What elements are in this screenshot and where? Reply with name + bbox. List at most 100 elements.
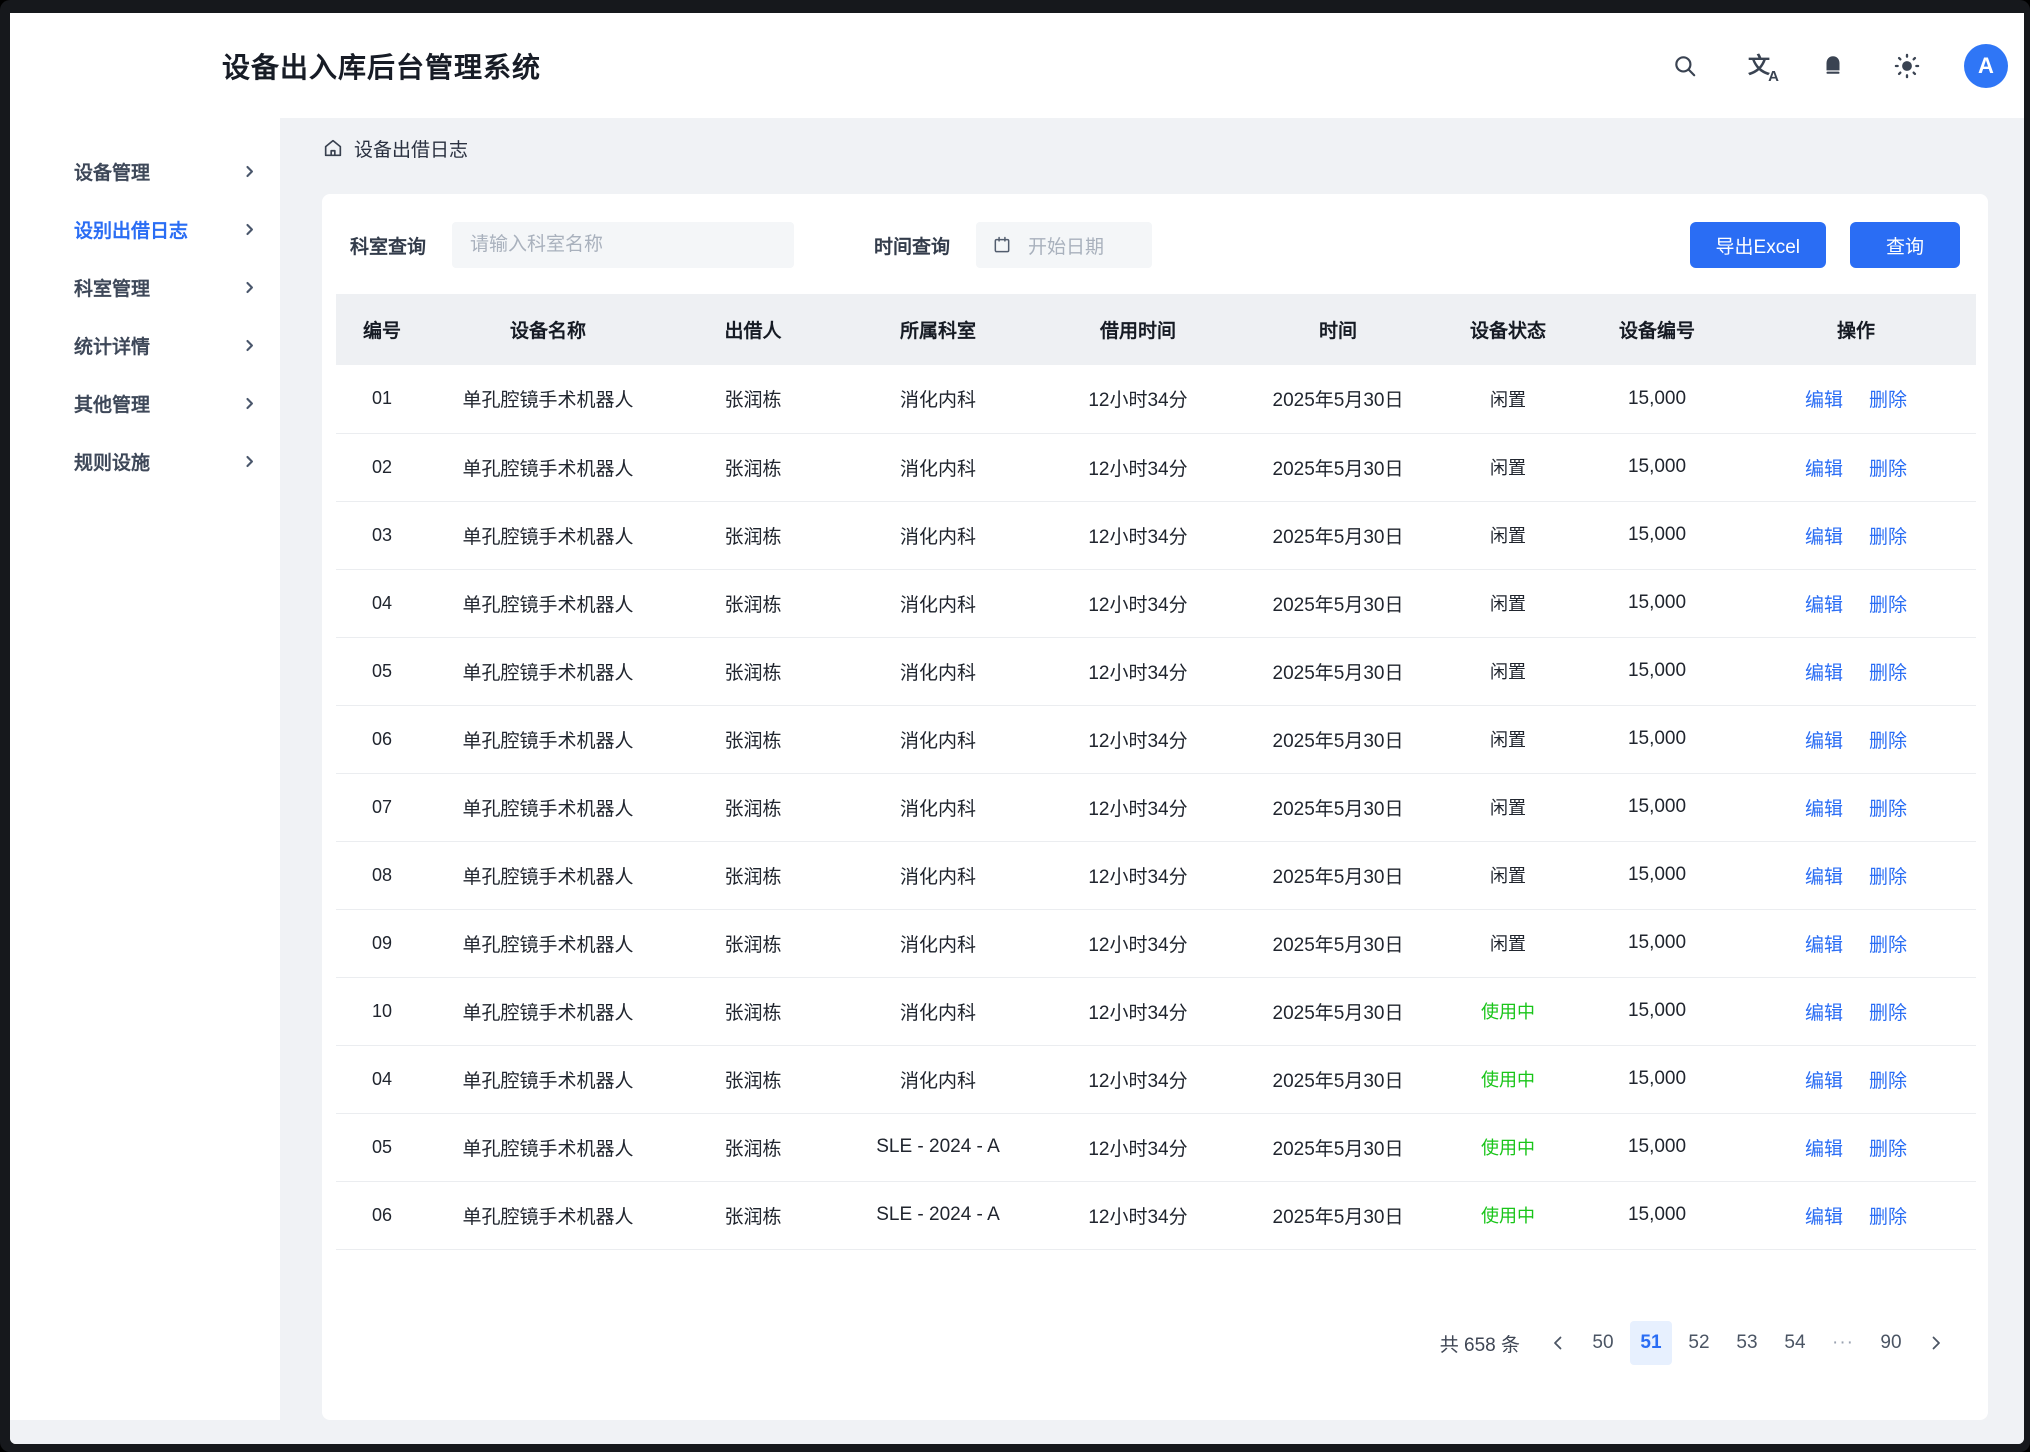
pagination-pages: 5051525354···90: [1582, 1321, 1912, 1365]
pagination-prev-icon[interactable]: [1540, 1321, 1576, 1365]
query-button[interactable]: 查询: [1850, 222, 1960, 268]
cell-device-name: 单孔腔镜手术机器人: [428, 501, 668, 569]
cell-device-code: 15,000: [1578, 705, 1736, 773]
user-avatar[interactable]: A: [1964, 44, 2008, 88]
delete-link[interactable]: 删除: [1869, 595, 1907, 616]
export-excel-button[interactable]: 导出Excel: [1690, 222, 1826, 268]
cell-device-code: 15,000: [1578, 501, 1736, 569]
delete-link[interactable]: 删除: [1869, 390, 1907, 411]
translate-icon[interactable]: 文A: [1742, 49, 1776, 83]
cell-status: 使用中: [1438, 1113, 1578, 1181]
cell-device-name: 单孔腔镜手术机器人: [428, 909, 668, 977]
cell-id: 01: [336, 365, 428, 433]
cell-status: 闲置: [1438, 365, 1578, 433]
status-badge: 使用中: [1481, 1070, 1535, 1090]
edit-link[interactable]: 编辑: [1805, 390, 1843, 411]
delete-link[interactable]: 删除: [1869, 527, 1907, 548]
cell-duration: 12小时34分: [1038, 1045, 1238, 1113]
delete-link[interactable]: 删除: [1869, 459, 1907, 480]
cell-actions: 编辑 删除: [1736, 909, 1976, 977]
edit-link[interactable]: 编辑: [1805, 1139, 1843, 1160]
cell-device-code: 15,000: [1578, 1113, 1736, 1181]
cell-actions: 编辑 删除: [1736, 1045, 1976, 1113]
delete-link[interactable]: 删除: [1869, 1003, 1907, 1024]
edit-link[interactable]: 编辑: [1805, 1207, 1843, 1228]
cell-status: 闲置: [1438, 433, 1578, 501]
pagination-page-90[interactable]: 90: [1870, 1321, 1912, 1365]
cell-department: 消化内科: [838, 909, 1038, 977]
cell-date: 2025年5月30日: [1238, 433, 1438, 501]
edit-link[interactable]: 编辑: [1805, 935, 1843, 956]
table-row: 05单孔腔镜手术机器人张润栋SLE - 2024 - A12小时34分2025年…: [336, 1113, 1976, 1181]
status-badge: 闲置: [1490, 662, 1526, 682]
table-row: 09单孔腔镜手术机器人张润栋消化内科12小时34分2025年5月30日闲置15,…: [336, 909, 1976, 977]
cell-lender: 张润栋: [668, 637, 838, 705]
cell-id: 03: [336, 501, 428, 569]
edit-link[interactable]: 编辑: [1805, 663, 1843, 684]
cell-device-name: 单孔腔镜手术机器人: [428, 365, 668, 433]
cell-device-name: 单孔腔镜手术机器人: [428, 637, 668, 705]
delete-link[interactable]: 删除: [1869, 799, 1907, 820]
edit-link[interactable]: 编辑: [1805, 1071, 1843, 1092]
sidebar-item-2[interactable]: 科室管理: [10, 258, 280, 316]
status-badge: 闲置: [1490, 390, 1526, 410]
edit-link[interactable]: 编辑: [1805, 595, 1843, 616]
cell-device-name: 单孔腔镜手术机器人: [428, 1113, 668, 1181]
cell-id: 09: [336, 909, 428, 977]
cell-duration: 12小时34分: [1038, 909, 1238, 977]
pagination-page-50[interactable]: 50: [1582, 1321, 1624, 1365]
pagination-ellipsis[interactable]: ···: [1822, 1321, 1864, 1365]
pagination-page-51[interactable]: 51: [1630, 1321, 1672, 1365]
pagination-page-52[interactable]: 52: [1678, 1321, 1720, 1365]
chevron-right-icon: [243, 223, 256, 236]
start-date-picker[interactable]: 开始日期: [976, 222, 1152, 268]
edit-link[interactable]: 编辑: [1805, 1003, 1843, 1024]
cell-lender: 张润栋: [668, 569, 838, 637]
edit-link[interactable]: 编辑: [1805, 527, 1843, 548]
delete-link[interactable]: 删除: [1869, 1207, 1907, 1228]
cell-actions: 编辑 删除: [1736, 569, 1976, 637]
cell-device-name: 单孔腔镜手术机器人: [428, 1045, 668, 1113]
chevron-right-icon: [243, 339, 256, 352]
cell-actions: 编辑 删除: [1736, 1113, 1976, 1181]
dept-search-input[interactable]: [452, 222, 794, 268]
cell-duration: 12小时34分: [1038, 501, 1238, 569]
delete-link[interactable]: 删除: [1869, 731, 1907, 752]
delete-link[interactable]: 删除: [1869, 1139, 1907, 1160]
pagination-next-icon[interactable]: [1918, 1321, 1954, 1365]
edit-link[interactable]: 编辑: [1805, 459, 1843, 480]
cell-status: 闲置: [1438, 637, 1578, 705]
cell-date: 2025年5月30日: [1238, 501, 1438, 569]
sidebar-item-1[interactable]: 设别出借日志: [10, 200, 280, 258]
cell-department: 消化内科: [838, 977, 1038, 1045]
edit-link[interactable]: 编辑: [1805, 867, 1843, 888]
sidebar-item-0[interactable]: 设备管理: [10, 142, 280, 200]
pagination-page-53[interactable]: 53: [1726, 1321, 1768, 1365]
search-icon[interactable]: [1668, 49, 1702, 83]
delete-link[interactable]: 删除: [1869, 1071, 1907, 1092]
chevron-right-icon: [243, 281, 256, 294]
status-badge: 闲置: [1490, 934, 1526, 954]
theme-icon[interactable]: [1890, 49, 1924, 83]
pagination-page-54[interactable]: 54: [1774, 1321, 1816, 1365]
edit-link[interactable]: 编辑: [1805, 799, 1843, 820]
cell-actions: 编辑 删除: [1736, 1181, 1976, 1249]
cell-id: 04: [336, 569, 428, 637]
table-row: 04单孔腔镜手术机器人张润栋消化内科12小时34分2025年5月30日使用中15…: [336, 1045, 1976, 1113]
delete-link[interactable]: 删除: [1869, 663, 1907, 684]
cell-device-code: 15,000: [1578, 1181, 1736, 1249]
notification-icon[interactable]: [1816, 49, 1850, 83]
dept-filter-label: 科室查询: [350, 232, 426, 259]
breadcrumb[interactable]: 设备出借日志: [280, 118, 2024, 194]
delete-link[interactable]: 删除: [1869, 935, 1907, 956]
sidebar-item-5[interactable]: 规则设施: [10, 432, 280, 490]
status-badge: 使用中: [1481, 1138, 1535, 1158]
cell-device-code: 15,000: [1578, 569, 1736, 637]
edit-link[interactable]: 编辑: [1805, 731, 1843, 752]
cell-device-name: 单孔腔镜手术机器人: [428, 773, 668, 841]
cell-id: 05: [336, 1113, 428, 1181]
sidebar-item-4[interactable]: 其他管理: [10, 374, 280, 432]
cell-duration: 12小时34分: [1038, 773, 1238, 841]
sidebar-item-3[interactable]: 统计详情: [10, 316, 280, 374]
delete-link[interactable]: 删除: [1869, 867, 1907, 888]
